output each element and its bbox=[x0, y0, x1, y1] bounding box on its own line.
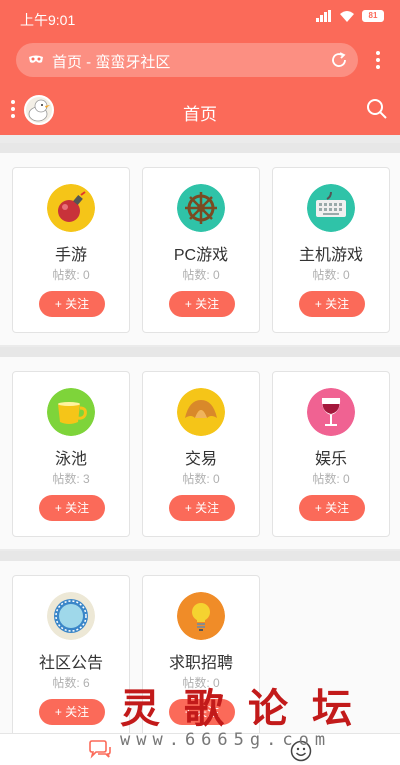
keyboard-icon bbox=[307, 184, 355, 232]
post-count: 帖数: 3 bbox=[52, 472, 90, 486]
light-bulb-icon bbox=[177, 592, 225, 640]
follow-button[interactable]: + 关注 bbox=[299, 291, 365, 317]
wifi-icon bbox=[340, 11, 354, 22]
post-count: 帖数: 0 bbox=[182, 268, 220, 282]
post-count: 帖数: 0 bbox=[182, 676, 220, 690]
forum-card-jobs[interactable]: 求职招聘 帖数: 0 + 关注 bbox=[142, 575, 260, 741]
forum-name: PC游戏 bbox=[173, 247, 229, 264]
post-count: 帖数: 6 bbox=[52, 676, 90, 690]
coffee-cup-icon bbox=[47, 388, 95, 436]
follow-button[interactable]: + 关注 bbox=[299, 495, 365, 521]
post-count: 帖数: 0 bbox=[312, 268, 350, 282]
follow-button[interactable]: + 关注 bbox=[39, 291, 105, 317]
forum-name: 社区公告 bbox=[38, 655, 103, 672]
status-time: 上午9:01 bbox=[20, 12, 76, 28]
url-bar[interactable]: 首页 - 蛮蛮牙社区 bbox=[16, 43, 358, 77]
wine-glass-icon bbox=[307, 388, 355, 436]
reload-icon[interactable] bbox=[330, 51, 348, 69]
follow-button[interactable]: + 关注 bbox=[39, 699, 105, 725]
forum-card-pool[interactable]: 泳池 帖数: 3 + 关注 bbox=[12, 371, 130, 537]
follow-button[interactable]: + 关注 bbox=[169, 699, 235, 725]
app-header: 上午9:01 81 首页 - 蛮蛮牙社区 首页 bbox=[0, 0, 400, 135]
post-count: 帖数: 0 bbox=[52, 268, 90, 282]
forum-card-pc-games[interactable]: PC游戏 帖数: 0 + 关注 bbox=[142, 167, 260, 333]
signal-icon bbox=[316, 10, 332, 22]
emoji-icon[interactable] bbox=[290, 740, 312, 762]
more-vertical-icon[interactable] bbox=[370, 50, 386, 70]
page-title: 首页 bbox=[183, 105, 217, 124]
url-title: 首页 - 蛮蛮牙社区 bbox=[52, 54, 171, 71]
forum-card-entertainment[interactable]: 娱乐 帖数: 0 + 关注 bbox=[272, 371, 390, 537]
post-count: 帖数: 0 bbox=[312, 472, 350, 486]
forum-name: 手游 bbox=[54, 247, 87, 264]
nav-bar: 首页 bbox=[0, 90, 400, 130]
chat-icon[interactable] bbox=[88, 740, 112, 762]
battery-icon: 81 bbox=[362, 10, 384, 22]
section-divider bbox=[0, 551, 400, 561]
post-count: 帖数: 0 bbox=[182, 472, 220, 486]
status-bar: 上午9:01 81 bbox=[0, 0, 400, 36]
croissant-icon bbox=[177, 388, 225, 436]
search-icon[interactable] bbox=[366, 98, 388, 120]
follow-button[interactable]: + 关注 bbox=[39, 495, 105, 521]
forum-section-1: 手游 帖数: 0 + 关注 PC游戏 帖数: 0 + 关注 主机游戏 帖数: 0… bbox=[0, 153, 400, 345]
plate-icon bbox=[47, 592, 95, 640]
incognito-mask-icon bbox=[29, 55, 43, 63]
bomb-icon bbox=[47, 184, 95, 232]
forum-name: 主机游戏 bbox=[298, 247, 363, 264]
section-divider bbox=[0, 347, 400, 357]
ship-wheel-icon bbox=[177, 184, 225, 232]
forum-name: 交易 bbox=[184, 451, 217, 468]
forum-section-3: 社区公告 帖数: 6 + 关注 求职招聘 帖数: 0 + 关注 bbox=[0, 561, 400, 741]
forum-name: 求职招聘 bbox=[168, 655, 233, 672]
forum-card-trade[interactable]: 交易 帖数: 0 + 关注 bbox=[142, 371, 260, 537]
bottom-bar bbox=[0, 733, 400, 765]
forum-name: 泳池 bbox=[54, 451, 87, 468]
follow-button[interactable]: + 关注 bbox=[169, 495, 235, 521]
section-divider bbox=[0, 143, 400, 153]
status-icons: 81 bbox=[316, 10, 384, 22]
forum-section-2: 泳池 帖数: 3 + 关注 交易 帖数: 0 + 关注 娱乐 帖数: 0 + 关… bbox=[0, 357, 400, 549]
forum-name: 娱乐 bbox=[314, 451, 347, 468]
forum-card-console-games[interactable]: 主机游戏 帖数: 0 + 关注 bbox=[272, 167, 390, 333]
follow-button[interactable]: + 关注 bbox=[169, 291, 235, 317]
forum-card-announcements[interactable]: 社区公告 帖数: 6 + 关注 bbox=[12, 575, 130, 741]
forum-card-mobile-games[interactable]: 手游 帖数: 0 + 关注 bbox=[12, 167, 130, 333]
